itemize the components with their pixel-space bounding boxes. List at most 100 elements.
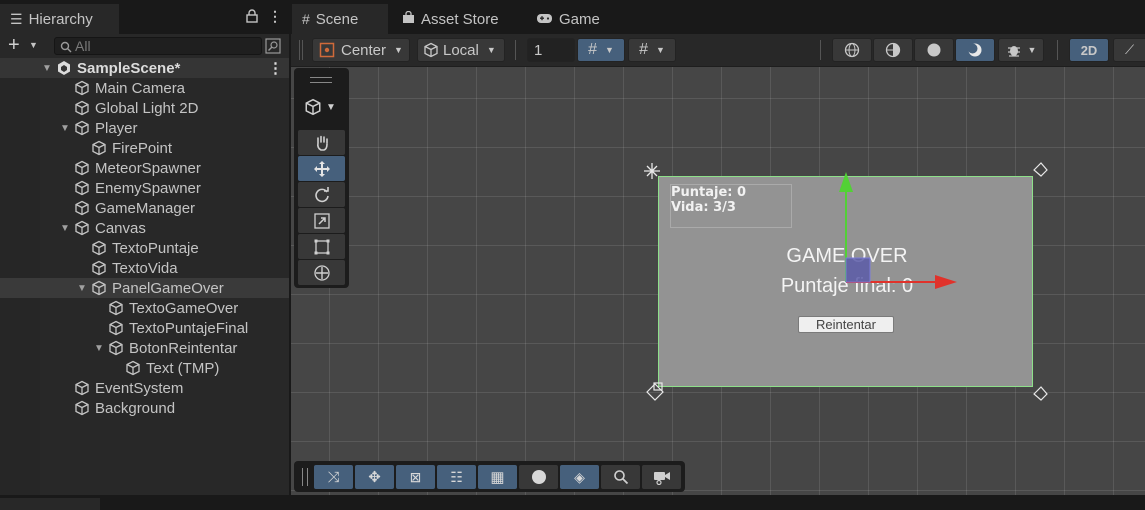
gameobject-cube-icon bbox=[92, 140, 106, 156]
gameobject-cube-icon bbox=[75, 400, 89, 416]
hierarchy-item[interactable]: TextoPuntaje bbox=[0, 238, 289, 258]
gameobject-cube-icon bbox=[109, 340, 123, 356]
overlay-grip[interactable] bbox=[302, 468, 308, 486]
chevron-down-icon: ▼ bbox=[655, 45, 665, 55]
search-placeholder: All bbox=[75, 38, 91, 54]
anchor-bottom-right-icon[interactable] bbox=[1030, 384, 1050, 404]
overlay-grip[interactable] bbox=[310, 77, 332, 83]
grid-snap-dropdown[interactable]: # ▼ bbox=[577, 38, 625, 62]
chevron-down-icon[interactable]: ▼ bbox=[92, 343, 106, 354]
more-options-icon[interactable]: ⋮ bbox=[268, 8, 282, 25]
x-axis-arrow-icon bbox=[935, 275, 957, 289]
shaded-wire-button[interactable] bbox=[873, 38, 913, 62]
chevron-down-icon[interactable]: ▼ bbox=[58, 223, 72, 234]
collider-icon: ⊠ bbox=[409, 468, 422, 485]
bottom-panel-tabs bbox=[0, 495, 1145, 510]
gameobject-cube-icon bbox=[75, 80, 89, 96]
overlay-button-7[interactable]: ◈ bbox=[560, 465, 599, 489]
tab-game[interactable]: Game bbox=[526, 4, 616, 34]
hierarchy-item[interactable]: Main Camera bbox=[0, 78, 289, 98]
scene-row[interactable]: ▼ SampleScene* ⋮ bbox=[0, 58, 289, 78]
hierarchy-item[interactable]: TextoPuntajeFinal bbox=[0, 318, 289, 338]
search-icon bbox=[613, 470, 628, 485]
chevron-down-icon: ▼ bbox=[1027, 45, 1037, 55]
chevron-down-icon: ▼ bbox=[486, 45, 496, 55]
chevron-down-icon[interactable]: ▼ bbox=[40, 63, 54, 74]
hierarchy-item[interactable]: TextoGameOver bbox=[0, 298, 289, 318]
scale-tool-button[interactable] bbox=[298, 208, 345, 233]
overlay-button-5[interactable]: ▦ bbox=[478, 465, 517, 489]
hierarchy-item[interactable]: TextoVida bbox=[0, 258, 289, 278]
overlay-button-8[interactable] bbox=[601, 465, 640, 489]
hierarchy-item[interactable]: ▼ Player bbox=[0, 118, 289, 138]
tool-mode-dropdown[interactable]: ▼ bbox=[304, 98, 336, 116]
shuffle-icon: ⤨ bbox=[327, 468, 340, 486]
hierarchy-item[interactable]: Background bbox=[0, 398, 289, 418]
gameobject-cube-icon bbox=[109, 320, 123, 336]
overlay-button-3[interactable]: ⊠ bbox=[396, 465, 435, 489]
hierarchy-item[interactable]: GameManager bbox=[0, 198, 289, 218]
shaded-button[interactable] bbox=[914, 38, 954, 62]
unity-scene-icon bbox=[58, 61, 70, 75]
chevron-down-icon: ▼ bbox=[604, 45, 614, 55]
add-icon[interactable]: + bbox=[8, 34, 20, 57]
hierarchy-item-label: PanelGameOver bbox=[112, 279, 224, 297]
scale-icon bbox=[313, 212, 330, 229]
hierarchy-item[interactable]: FirePoint bbox=[0, 138, 289, 158]
increment-snap-dropdown[interactable]: # ▼ bbox=[628, 38, 676, 62]
lighting-button[interactable] bbox=[955, 38, 995, 62]
anchor-top-right-icon[interactable] bbox=[1030, 160, 1050, 180]
overlay-button-9[interactable] bbox=[642, 465, 681, 489]
space-label: Local bbox=[443, 41, 479, 59]
tab-project[interactable] bbox=[0, 498, 100, 510]
hierarchy-item[interactable]: ▼ Canvas bbox=[0, 218, 289, 238]
moon-icon bbox=[967, 43, 982, 57]
hierarchy-item[interactable]: EventSystem bbox=[0, 378, 289, 398]
hand-tool-button[interactable] bbox=[298, 130, 345, 155]
move-tool-button[interactable] bbox=[298, 156, 345, 181]
tab-scene[interactable]: # Scene bbox=[292, 4, 388, 34]
hierarchy-item[interactable]: Text (TMP) bbox=[0, 358, 289, 378]
chevron-down-icon[interactable]: ▼ bbox=[58, 123, 72, 134]
lock-icon[interactable] bbox=[246, 9, 258, 26]
rotate-tool-button[interactable] bbox=[298, 182, 345, 207]
chevron-down-icon[interactable]: ▼ bbox=[29, 40, 38, 50]
hierarchy-panel: + ▼ All ▼ SampleScene* ⋮ Main Camera Glob… bbox=[0, 34, 289, 495]
gameobject-cube-icon bbox=[75, 100, 89, 116]
2d-mode-button[interactable]: 2D bbox=[1069, 38, 1109, 62]
pivot-center-icon bbox=[319, 42, 335, 58]
snap-value-field[interactable]: 1 bbox=[527, 38, 575, 62]
scene-more-options-icon[interactable]: ⋮ bbox=[268, 59, 283, 77]
hierarchy-item[interactable]: Global Light 2D bbox=[0, 98, 289, 118]
hierarchy-item[interactable]: EnemySpawner bbox=[0, 178, 289, 198]
gameobject-cube-icon bbox=[75, 380, 89, 396]
transform-tool-button[interactable] bbox=[298, 260, 345, 285]
anchor-top-left-icon bbox=[644, 163, 660, 179]
audio-toggle-button[interactable]: ⟋ bbox=[1113, 38, 1145, 62]
hierarchy-item-label: Text (TMP) bbox=[146, 359, 220, 377]
gameobject-cube-icon bbox=[92, 280, 106, 296]
transform-gizmo[interactable] bbox=[635, 160, 965, 405]
overlay-button-4[interactable]: ☷ bbox=[437, 465, 476, 489]
search-input[interactable]: All bbox=[54, 37, 262, 55]
tab-hierarchy[interactable]: ☰ Hierarchy bbox=[0, 4, 119, 34]
debug-dropdown[interactable]: ▼ bbox=[998, 38, 1044, 62]
hierarchy-item-label: Player bbox=[95, 119, 138, 137]
search-icon bbox=[60, 40, 72, 56]
hierarchy-item[interactable]: MeteorSpawner bbox=[0, 158, 289, 178]
gameobject-cube-icon bbox=[92, 240, 106, 256]
tab-asset-store[interactable]: Asset Store bbox=[392, 4, 522, 34]
search-options-icon[interactable] bbox=[265, 38, 281, 57]
overlay-button-2[interactable]: ✥ bbox=[355, 465, 394, 489]
draw-mode-button[interactable] bbox=[832, 38, 872, 62]
overlay-button-6[interactable] bbox=[519, 465, 558, 489]
overlay-button-1[interactable]: ⤨ bbox=[314, 465, 353, 489]
pivot-dropdown[interactable]: Center ▼ bbox=[312, 38, 410, 62]
local-cube-icon bbox=[424, 42, 438, 58]
hand-icon bbox=[316, 135, 328, 151]
hierarchy-item[interactable]: ▼ BotonReintentar bbox=[0, 338, 289, 358]
chevron-down-icon[interactable]: ▼ bbox=[75, 283, 89, 294]
rect-tool-button[interactable] bbox=[298, 234, 345, 259]
hierarchy-item[interactable]: ▼ PanelGameOver bbox=[0, 278, 289, 298]
space-dropdown[interactable]: Local ▼ bbox=[417, 38, 505, 62]
